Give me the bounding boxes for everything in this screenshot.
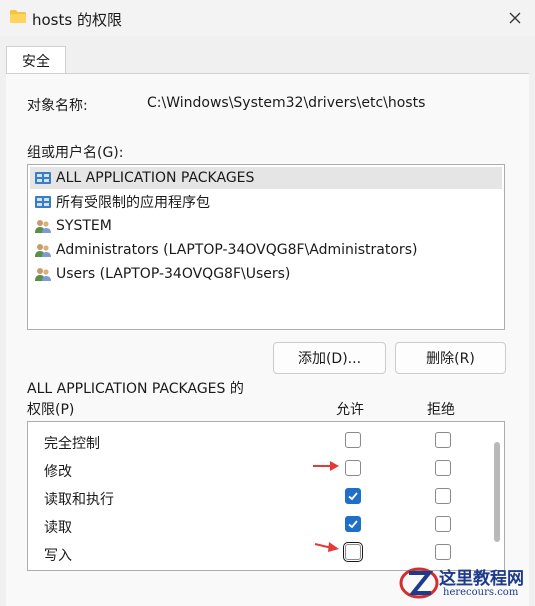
package-icon: [35, 196, 51, 208]
close-icon: [509, 12, 521, 24]
list-item-label: ALL APPLICATION PACKAGES: [56, 170, 255, 186]
permission-row-full-control: 完全控制: [28, 428, 504, 456]
watermark-logo-icon: [399, 567, 439, 599]
tab-security-label: 安全: [22, 54, 50, 70]
permission-row-read: 读取: [28, 512, 504, 540]
annotation-arrow-icon: [314, 542, 339, 552]
list-item-label: SYSTEM: [56, 218, 112, 234]
list-item-all-application-packages[interactable]: ALL APPLICATION PACKAGES: [30, 167, 502, 189]
permission-label: 读取和执行: [44, 492, 114, 508]
list-item-label: Users (LAPTOP-34OVQG8F\Users): [56, 266, 291, 282]
list-item-restricted-packages[interactable]: 所有受限制的应用程序包: [30, 191, 502, 213]
allow-checkbox-write[interactable]: [343, 542, 363, 562]
groups-listbox[interactable]: ALL APPLICATION PACKAGES 所有受限制的应用程序包 SYS…: [27, 164, 505, 330]
permission-label: 写入: [44, 548, 72, 564]
deny-checkbox-modify[interactable]: [435, 460, 451, 476]
list-item-system[interactable]: SYSTEM: [30, 215, 502, 237]
checkmark-icon: [348, 492, 358, 501]
permission-label: 读取: [44, 520, 72, 536]
watermark-url: herecours.com: [443, 587, 519, 598]
permission-row-read-execute: 读取和执行: [28, 484, 504, 512]
users-icon: [35, 244, 51, 257]
list-item-administrators[interactable]: Administrators (LAPTOP-34OVQG8F\Administ…: [30, 239, 502, 261]
groups-label: 组或用户名(G):: [27, 145, 124, 161]
title-bar: hosts 的权限: [0, 0, 535, 36]
folder-icon: [10, 10, 26, 23]
window-title: hosts 的权限: [32, 11, 122, 29]
annotation-arrow-icon: [313, 461, 339, 471]
tab-security[interactable]: 安全: [6, 46, 66, 75]
permission-label: 修改: [44, 464, 72, 480]
add-button[interactable]: 添加(D)...: [273, 342, 386, 374]
deny-header: 拒绝: [427, 402, 455, 418]
remove-button[interactable]: 删除(R): [395, 342, 506, 374]
close-button[interactable]: [495, 0, 535, 36]
list-item-label: 所有受限制的应用程序包: [56, 195, 210, 211]
watermark-text: 这里教程网: [439, 569, 524, 589]
permission-row-modify: 修改: [28, 456, 504, 484]
users-icon: [35, 220, 51, 233]
permissions-scrollbar[interactable]: [494, 442, 500, 542]
permissions-label: 权限(P): [27, 402, 75, 418]
list-item-users[interactable]: Users (LAPTOP-34OVQG8F\Users): [30, 263, 502, 285]
allow-checkbox-full-control[interactable]: [345, 432, 361, 448]
deny-checkbox-full-control[interactable]: [435, 432, 451, 448]
list-item-label: Administrators (LAPTOP-34OVQG8F\Administ…: [56, 242, 418, 258]
allow-header: 允许: [336, 402, 364, 418]
object-name-value: C:\Windows\System32\drivers\etc\hosts: [147, 95, 426, 111]
allow-checkbox-modify[interactable]: [345, 460, 361, 476]
deny-checkbox-write[interactable]: [435, 544, 451, 560]
deny-checkbox-read[interactable]: [435, 516, 451, 532]
deny-checkbox-read-execute[interactable]: [435, 488, 451, 504]
allow-checkbox-read[interactable]: [345, 516, 361, 532]
checkmark-icon: [348, 520, 358, 529]
package-icon: [35, 172, 51, 184]
object-name-label: 对象名称:: [27, 98, 88, 114]
users-icon: [35, 268, 51, 281]
permissions-title: ALL APPLICATION PACKAGES 的: [27, 381, 244, 397]
permissions-listbox: 完全控制 修改 读取和执行 读取 写入: [27, 421, 505, 571]
watermark: 这里教程网 herecours.com: [395, 562, 535, 605]
allow-checkbox-read-execute[interactable]: [345, 488, 361, 504]
permission-label: 完全控制: [44, 436, 100, 452]
